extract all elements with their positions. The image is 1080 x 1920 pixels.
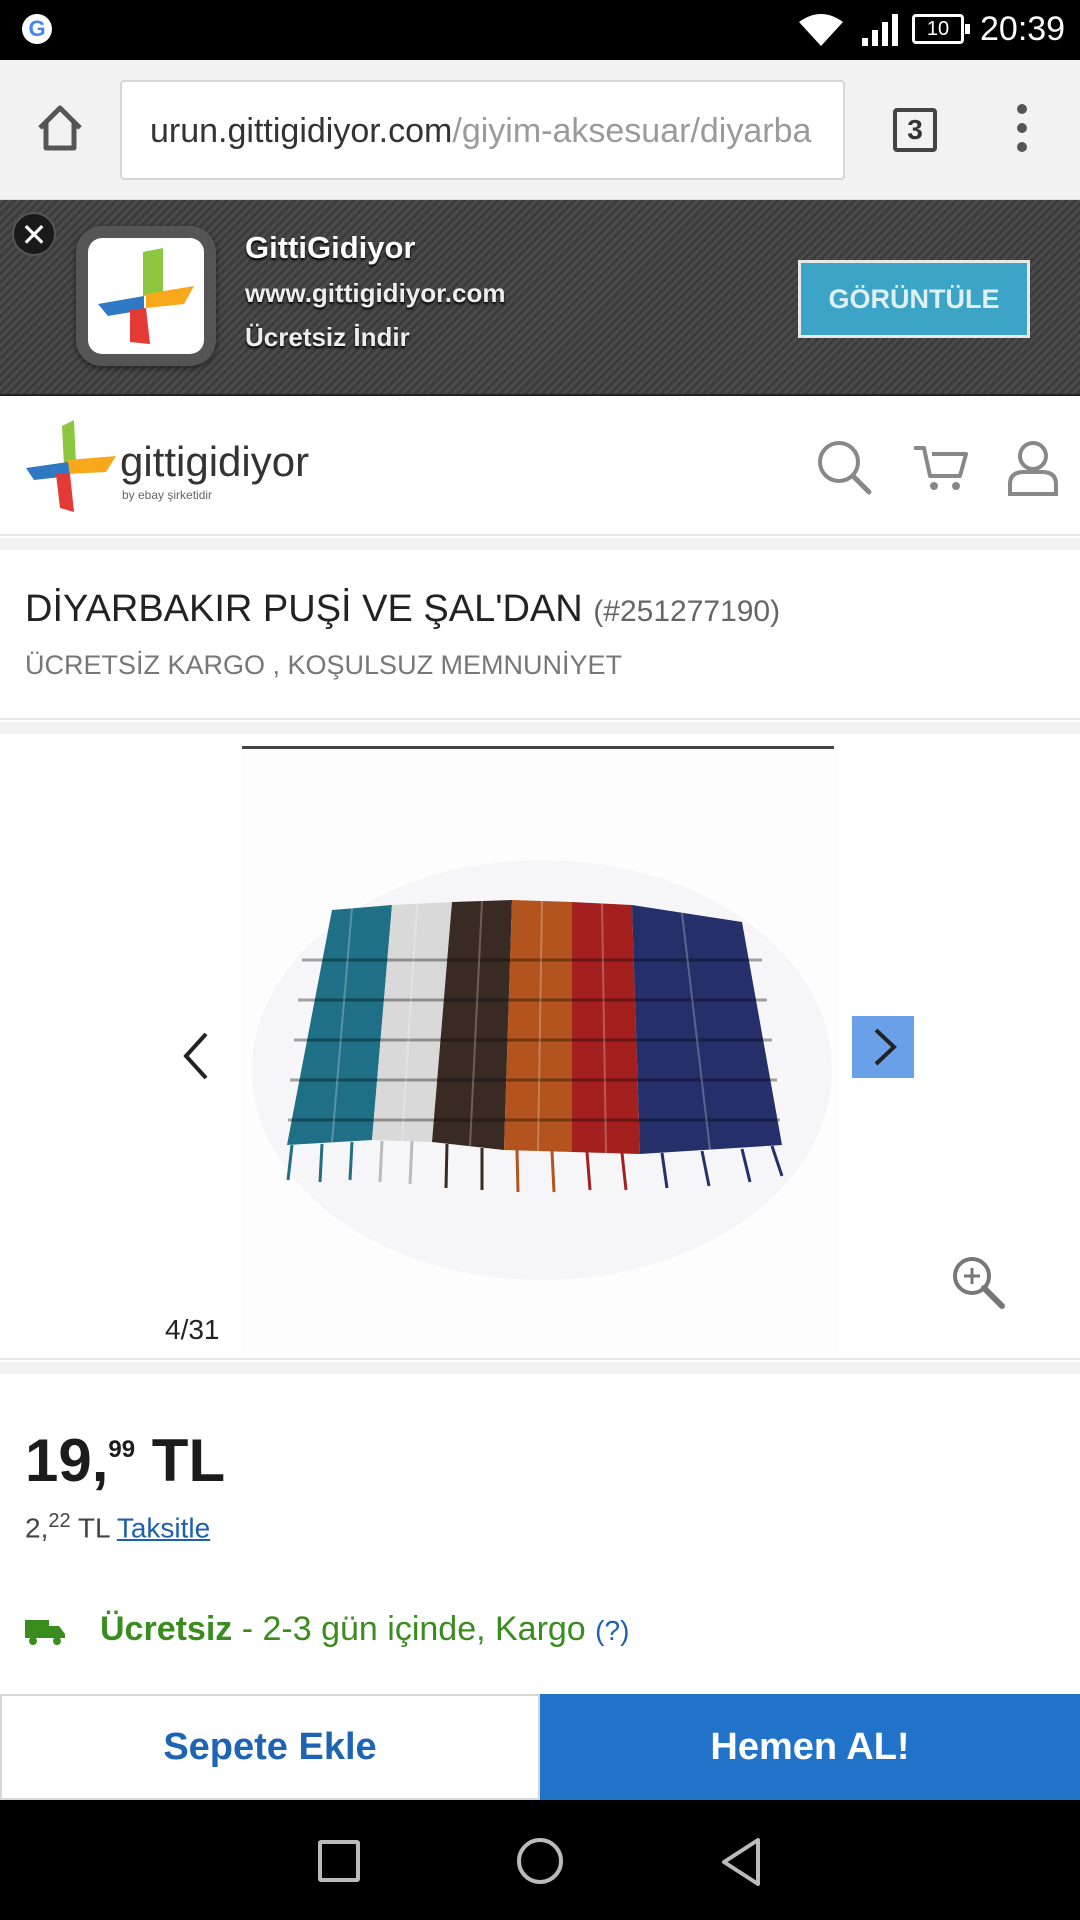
shipping-help-link[interactable]: (?) <box>595 1615 629 1646</box>
back-button[interactable] <box>718 1836 766 1888</box>
battery-icon: 10 <box>912 14 970 44</box>
installment-price: 2,22 TL Taksitle <box>25 1510 210 1544</box>
home-icon[interactable] <box>34 102 86 154</box>
logo-subtext: by ebay şirketidir <box>122 488 213 502</box>
next-image-button[interactable] <box>852 1016 914 1078</box>
chevron-right-icon <box>874 1028 897 1066</box>
url-host: urun.gittigidiyor.com <box>150 112 453 150</box>
google-icon: G <box>22 14 52 44</box>
product-price: 19,99 TL <box>25 1426 225 1495</box>
price-section: 19,99 TL 2,22 TL Taksitle Ücretsiz - 2-3… <box>0 1374 1080 1694</box>
navigation-bar <box>0 1800 1080 1920</box>
banner-app-name: GittiGidiyor <box>245 230 416 265</box>
price-cents: 99 <box>108 1436 136 1463</box>
signal-icon <box>862 14 898 46</box>
product-image[interactable] <box>242 750 838 1356</box>
tab-switcher-button[interactable]: 3 <box>893 108 937 152</box>
recents-button[interactable] <box>318 1840 360 1882</box>
shipping-free: Ücretsiz <box>100 1610 233 1648</box>
close-banner-button[interactable]: ✕ <box>12 212 56 256</box>
logo-text: gittigidiyor <box>120 438 310 485</box>
wifi-icon <box>799 14 843 46</box>
truck-icon <box>25 1620 65 1645</box>
installment-link[interactable]: Taksitle <box>117 1512 210 1543</box>
shipping-info: Ücretsiz - 2-3 gün içinde, Kargo (?) <box>25 1606 1055 1656</box>
price-main: 19, <box>25 1427 109 1494</box>
browser-toolbar: urun.gittigidiyor.com/giyim-aksesuar/diy… <box>0 60 1080 200</box>
clock: 20:39 <box>980 10 1066 48</box>
shipping-detail: - 2-3 gün içinde, Kargo <box>241 1610 586 1648</box>
zoom-in-icon[interactable] <box>950 1254 1006 1310</box>
url-path: /giyim-aksesuar/diyarba <box>452 112 812 150</box>
view-app-button[interactable]: GÖRÜNTÜLE <box>798 260 1030 338</box>
overflow-menu-icon[interactable] <box>1010 104 1034 164</box>
purchase-actions: Sepete Ekle Hemen AL! <box>0 1694 1080 1800</box>
product-id: (#251277190) <box>593 595 781 628</box>
battery-level: 10 <box>926 18 950 40</box>
site-header: gittigidiyor by ebay şirketidir <box>0 396 1080 536</box>
image-counter: 4/31 <box>165 1314 220 1345</box>
previous-image-button[interactable] <box>172 1020 220 1092</box>
search-icon[interactable] <box>815 438 873 496</box>
installment-cents: 22 <box>48 1510 71 1532</box>
status-bar: G 10 20:39 <box>0 0 1080 60</box>
url-text: urun.gittigidiyor.com/giyim-aksesuar/diy… <box>150 112 811 151</box>
product-name: DİYARBAKIR PUŞİ VE ŞAL'DAN <box>25 588 583 630</box>
price-currency: TL <box>151 1427 226 1494</box>
shipping-text: Ücretsiz - 2-3 gün içinde, Kargo (?) <box>100 1610 629 1649</box>
product-gallery: 4/31 <box>0 734 1080 1360</box>
add-to-cart-button[interactable]: Sepete Ekle <box>0 1694 540 1800</box>
cart-icon[interactable] <box>912 438 970 496</box>
section-gap <box>0 1362 1080 1374</box>
gallery-divider <box>242 746 834 749</box>
installment-currency: TL <box>77 1512 110 1544</box>
site-logo[interactable]: gittigidiyor by ebay şirketidir <box>24 416 344 516</box>
app-install-banner: ✕ GittiGidiyor www.gittigidiyor.com Ücre… <box>0 200 1080 396</box>
product-title: DİYARBAKIR PUŞİ VE ŞAL'DAN (#251277190) <box>25 588 780 631</box>
product-subtitle: ÜCRETSİZ KARGO , KOŞULSUZ MEMNUNİYET <box>25 650 623 680</box>
address-bar[interactable]: urun.gittigidiyor.com/giyim-aksesuar/diy… <box>120 80 845 180</box>
home-button[interactable] <box>517 1838 563 1884</box>
app-icon <box>76 226 216 366</box>
buy-now-button[interactable]: Hemen AL! <box>540 1694 1080 1800</box>
banner-site: www.gittigidiyor.com <box>245 278 506 308</box>
installment-main: 2, <box>25 1512 49 1544</box>
product-title-section: DİYARBAKIR PUŞİ VE ŞAL'DAN (#251277190) … <box>0 550 1080 720</box>
section-gap <box>0 538 1080 550</box>
banner-subtitle: Ücretsiz İndir <box>245 322 410 352</box>
section-gap <box>0 722 1080 734</box>
account-icon[interactable] <box>1004 438 1062 496</box>
logo-mark-icon <box>26 420 116 512</box>
